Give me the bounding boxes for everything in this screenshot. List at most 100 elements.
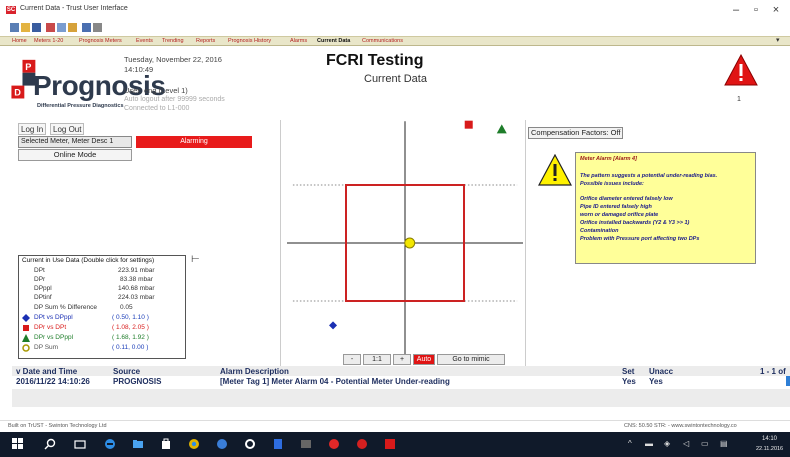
clock-date[interactable]: 22.11.2016 — [756, 446, 783, 452]
save-icon[interactable] — [32, 23, 41, 32]
alarm-warning-icon[interactable] — [724, 54, 758, 88]
dptinf-value: 224.03 mbar — [118, 294, 155, 301]
settings-icon[interactable] — [244, 438, 256, 450]
column-date-time[interactable]: v Date and Time — [16, 367, 77, 376]
volume-icon[interactable]: ◁ — [683, 439, 689, 448]
dpt-label: DPt — [34, 267, 45, 274]
edge-browser-icon[interactable] — [104, 438, 116, 450]
column-set[interactable]: Set — [622, 367, 634, 376]
alarm-note-title: Meter Alarm [Alarm 4] — [580, 156, 637, 162]
auto-button[interactable]: Auto — [413, 354, 435, 365]
document-icon[interactable] — [272, 438, 284, 450]
maximize-button[interactable]: ▫ — [748, 3, 764, 17]
panel-resize-handle[interactable]: ⊢ — [191, 254, 200, 265]
tab-prognosis-history[interactable]: Prognosis History — [226, 37, 273, 46]
search-icon[interactable] — [44, 438, 56, 450]
media-icon[interactable] — [328, 438, 340, 450]
chart-area[interactable] — [280, 120, 526, 367]
alarm-note-line: Pipe ID entered falsely high — [580, 204, 652, 210]
online-mode-button[interactable]: Online Mode — [18, 149, 132, 161]
chevron-down-icon[interactable]: ▾ — [776, 36, 780, 44]
status-left-text: Built on TrUST - Swinton Technology Ltd — [8, 423, 107, 429]
data-point-square — [464, 120, 473, 129]
logo-subtitle: Differential Pressure Diagnostics — [37, 103, 124, 109]
alarm-date: 2016/11/22 14:10:26 — [16, 377, 90, 386]
zoom-in-button[interactable]: + — [393, 354, 411, 365]
compensation-factors-button[interactable]: Compensation Factors: Off — [528, 127, 624, 139]
store-icon[interactable] — [160, 438, 172, 450]
ratio-button[interactable]: 1:1 — [363, 354, 391, 365]
app-icon-globe[interactable] — [216, 438, 228, 450]
zoom-out-button[interactable]: - — [343, 354, 361, 365]
tab-events[interactable]: Events — [134, 37, 155, 46]
settings-tray-icon[interactable]: ◈ — [664, 439, 670, 448]
cut-icon[interactable] — [46, 23, 55, 32]
tab-meters[interactable]: Meters 1-20 — [32, 37, 65, 46]
alarm-note-line: Problem with Pressure port affecting two… — [580, 236, 700, 242]
log-out-button[interactable]: Log Out — [50, 123, 85, 135]
data-panel-title: Current in Use Data (Double click for se… — [22, 257, 155, 264]
tray-chevron-icon[interactable]: ^ — [628, 439, 632, 448]
minimize-button[interactable]: – — [728, 3, 744, 17]
dpr-value: 83.38 mbar — [120, 276, 153, 283]
tab-reports[interactable]: Reports — [194, 37, 217, 46]
column-unack[interactable]: Unacc — [649, 367, 673, 376]
windows-start-icon[interactable] — [12, 438, 24, 450]
alarm-table-empty-area — [12, 389, 790, 407]
tab-home[interactable]: Home — [10, 37, 29, 46]
legend-dpr-vs-dpt-range: ( 1.08, 2.05 ) — [112, 324, 149, 331]
dpppl-label: DPppl — [34, 285, 52, 292]
dptinf-label: DPtinf — [34, 294, 52, 301]
alarm-note-line: The pattern suggests a potential under-r… — [580, 173, 718, 179]
meter-select[interactable]: Selected Meter, Meter Desc 1 — [18, 136, 132, 148]
chrome-icon[interactable] — [188, 438, 200, 450]
alarm-description: [Meter Tag 1] Meter Alarm 04 - Potential… — [220, 377, 450, 386]
open-folder-icon[interactable] — [21, 23, 30, 32]
scrollbar[interactable] — [786, 376, 790, 386]
message-icon[interactable]: ▭ — [701, 439, 709, 448]
legend-dpt-vs-dpppl-range: ( 0.50, 1.10 ) — [112, 314, 149, 321]
legend-dpr-vs-dpt: DPr vs DPt — [34, 324, 67, 331]
column-alarm-description[interactable]: Alarm Description — [220, 367, 289, 376]
legend-dpr-vs-dpppl-range: ( 1.68, 1.92 ) — [112, 334, 149, 341]
new-icon[interactable] — [10, 23, 19, 32]
go-to-mimic-button[interactable]: Go to mimic — [437, 354, 505, 365]
warning-icon — [538, 154, 572, 186]
paging-indicator: 1 - 1 of — [760, 367, 786, 376]
alarm-note-line: Orifice diameter entered falsely low — [580, 196, 673, 202]
task-view-icon[interactable] — [74, 438, 86, 450]
data-point-triangle — [496, 124, 507, 134]
app-icon-red[interactable] — [356, 438, 368, 450]
dropdown-icon[interactable] — [93, 23, 102, 32]
terminal-icon[interactable] — [300, 438, 312, 450]
tab-trending[interactable]: Trending — [160, 37, 186, 46]
dpr-label: DPr — [34, 276, 46, 283]
legend-diamond-marker — [22, 314, 30, 322]
header-date: Tuesday, November 22, 2016 — [124, 55, 222, 64]
column-source[interactable]: Source — [113, 367, 140, 376]
svg-text:D: D — [14, 88, 21, 98]
copy-icon[interactable] — [57, 23, 66, 32]
clock-time[interactable]: 14:10 — [762, 436, 777, 442]
log-in-button[interactable]: Log In — [18, 123, 47, 135]
keyboard-icon[interactable]: ▤ — [720, 439, 728, 448]
alarm-source: PROGNOSIS — [113, 377, 162, 386]
help-icon[interactable] — [82, 23, 91, 32]
connection-status: Connected to L1-000 — [124, 105, 190, 112]
page-title: FCRI Testing — [326, 52, 424, 69]
alarm-note-line: Orifice installed backwards (Y2 & Y3 >> … — [580, 220, 690, 226]
tab-communications[interactable]: Communications — [360, 37, 405, 46]
paste-icon[interactable] — [68, 23, 77, 32]
alarm-note-line: Possible issues include: — [580, 181, 644, 187]
legend-square-marker — [23, 325, 29, 331]
prognosis-taskbar-icon[interactable] — [384, 438, 396, 450]
tab-prognosis-meters[interactable]: Prognosis Meters — [77, 37, 124, 46]
tab-current-data[interactable]: Current Data — [315, 37, 352, 46]
legend-circle-marker — [22, 344, 30, 352]
network-icon[interactable]: ▬ — [645, 439, 653, 448]
close-button[interactable]: × — [768, 3, 784, 17]
data-point-diamond — [329, 321, 338, 330]
alarm-unack: Yes — [649, 377, 663, 386]
file-explorer-icon[interactable] — [132, 438, 144, 450]
tab-alarms[interactable]: Alarms — [288, 37, 309, 46]
